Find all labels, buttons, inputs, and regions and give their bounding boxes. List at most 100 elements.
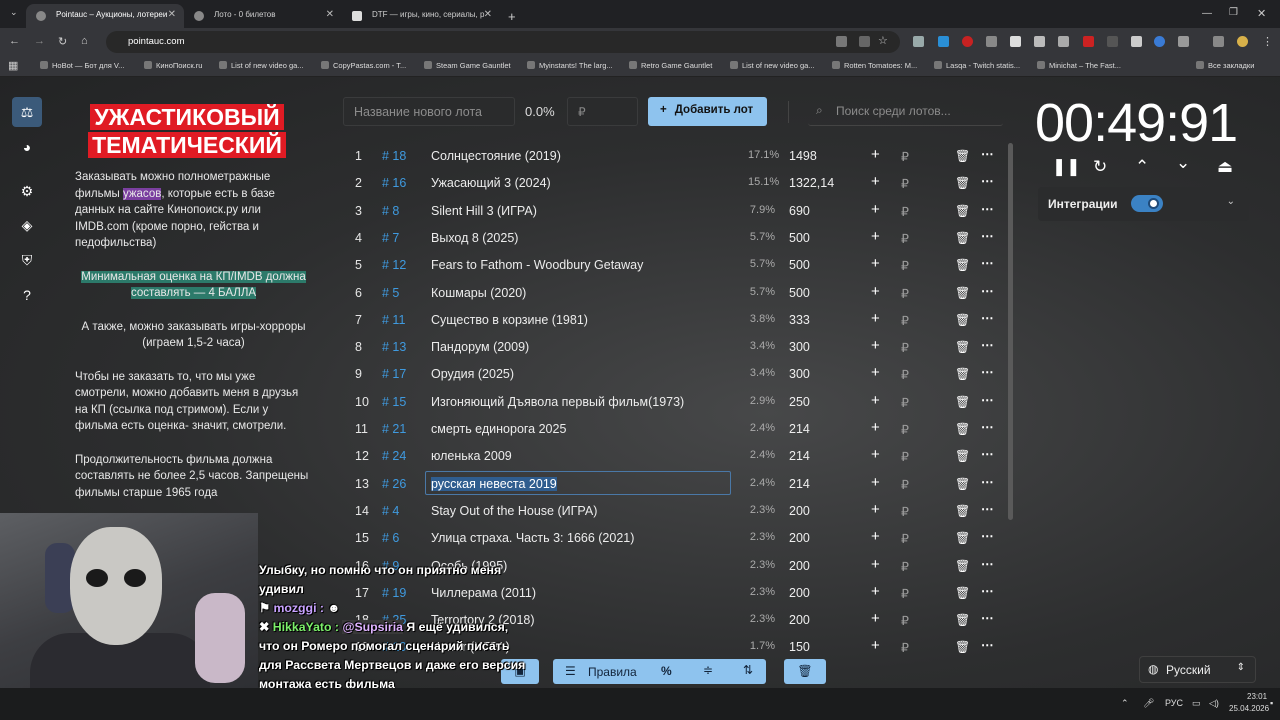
sort-icon[interactable]: ⇅: [743, 663, 753, 677]
lot-name[interactable]: смерть единорога 2025: [431, 422, 566, 436]
lot-id-link[interactable]: # 7: [382, 231, 399, 245]
lot-id-link[interactable]: # 16: [382, 176, 406, 190]
more-options-icon[interactable]: ⋯: [981, 556, 994, 571]
close-icon[interactable]: ✕: [168, 9, 176, 20]
ruble-icon[interactable]: ₽: [901, 477, 909, 492]
extension-icon[interactable]: [1034, 36, 1045, 47]
bookmark-star-icon[interactable]: ☆: [878, 34, 888, 47]
auction-gavel-icon[interactable]: ⚖: [12, 97, 42, 127]
extension-icon[interactable]: [1154, 36, 1165, 47]
trash-icon[interactable]: 🗑: [955, 231, 970, 245]
more-options-icon[interactable]: ⋯: [981, 610, 994, 625]
bookmark-item[interactable]: Lasqa - Twitch statis...: [934, 61, 1020, 70]
ruble-icon[interactable]: ₽: [901, 422, 909, 437]
chevron-up-icon[interactable]: ⌃: [1135, 157, 1149, 177]
trash-icon[interactable]: 🗑: [955, 531, 970, 545]
chevron-down-icon[interactable]: ⌄: [1176, 153, 1190, 173]
close-icon[interactable]: ✕: [326, 9, 334, 20]
more-options-icon[interactable]: ⋯: [981, 173, 994, 188]
lot-row[interactable]: 11 # 21 смерть единорога 2025 2.4% 214 + ₽ 🗑 ⋯: [343, 415, 1003, 442]
add-amount-plus-icon[interactable]: +: [871, 446, 880, 463]
chevron-down-icon[interactable]: ⌄: [1227, 196, 1235, 207]
extensions-puzzle-icon[interactable]: [1178, 36, 1189, 47]
rules-button[interactable]: Правила: [588, 665, 637, 679]
lot-name[interactable]: Пандорум (2009): [431, 340, 529, 354]
trash-icon[interactable]: 🗑: [955, 286, 970, 300]
add-amount-plus-icon[interactable]: +: [871, 173, 880, 190]
ruble-icon[interactable]: ₽: [901, 149, 909, 164]
ruble-icon[interactable]: ₽: [901, 559, 909, 574]
more-options-icon[interactable]: ⋯: [981, 255, 994, 270]
more-options-icon[interactable]: ⋯: [981, 583, 994, 598]
add-amount-plus-icon[interactable]: +: [871, 474, 880, 491]
avatar[interactable]: [1237, 36, 1248, 47]
clock-time[interactable]: 23:01: [1247, 692, 1267, 701]
language-select[interactable]: ◍ Русский ⇕: [1139, 656, 1256, 683]
more-options-icon[interactable]: ⋯: [981, 310, 994, 325]
lot-name[interactable]: юленька 2009: [431, 449, 512, 463]
back-icon[interactable]: ←: [9, 35, 20, 47]
trash-icon[interactable]: 🗑: [955, 395, 970, 409]
lot-id-link[interactable]: # 18: [382, 149, 406, 163]
extension-icon[interactable]: [938, 36, 949, 47]
lot-id-link[interactable]: # 8: [382, 204, 399, 218]
network-icon[interactable]: ▭: [1192, 698, 1201, 709]
more-options-icon[interactable]: ⋯: [981, 446, 994, 461]
ruble-icon[interactable]: ₽: [901, 313, 909, 328]
settings-gear-icon[interactable]: ⚙: [12, 176, 42, 206]
lot-name[interactable]: Stay Out of the House (ИГРА): [431, 504, 597, 518]
trash-icon[interactable]: 🗑: [955, 422, 970, 436]
lot-row[interactable]: 3 # 8 Silent Hill 3 (ИГРА) 7.9% 690 + ₽ 🗑 ⋯: [343, 197, 1003, 224]
lot-id-link[interactable]: # 5: [382, 286, 399, 300]
minimize-icon[interactable]: —: [1202, 8, 1212, 19]
lot-name[interactable]: Кошмары (2020): [431, 286, 526, 300]
bookmark-item[interactable]: КиноПоиск.ru: [144, 61, 202, 70]
shield-icon[interactable]: ⛨: [12, 245, 42, 275]
translate-icon[interactable]: [836, 36, 847, 47]
ruble-icon[interactable]: ₽: [901, 204, 909, 219]
lot-row[interactable]: 13 # 26 русская невеста 2019 2.4% 214 + ₽ 🗑 ⋯: [343, 470, 1003, 497]
clear-lots-button[interactable]: 🗑: [784, 659, 826, 684]
ruble-icon[interactable]: ₽: [901, 286, 909, 301]
more-options-icon[interactable]: ⋯: [981, 337, 994, 352]
add-amount-plus-icon[interactable]: +: [871, 146, 880, 163]
trash-icon[interactable]: 🗑: [955, 149, 970, 163]
more-options-icon[interactable]: ⋯: [981, 637, 994, 652]
all-bookmarks[interactable]: Все закладки: [1196, 61, 1254, 70]
ruble-icon[interactable]: ₽: [901, 367, 909, 382]
lot-name[interactable]: Улица страха. Часть 3: 1666 (2021): [431, 531, 634, 545]
url-field[interactable]: pointauc.com: [106, 31, 900, 53]
lot-id-link[interactable]: # 11: [382, 313, 405, 327]
ruble-icon[interactable]: ₽: [901, 231, 909, 246]
reading-list-icon[interactable]: [1213, 36, 1224, 47]
tab-dtf[interactable]: DTF — игры, кино, сериалы, р ✕: [342, 4, 500, 28]
restart-icon[interactable]: ↻: [1093, 157, 1107, 177]
split-icon[interactable]: ≑: [703, 663, 713, 677]
lot-row[interactable]: 15 # 6 Улица страха. Часть 3: 1666 (2021) 2…: [343, 524, 1003, 551]
extension-icon[interactable]: [962, 36, 973, 47]
extension-icon[interactable]: [1010, 36, 1021, 47]
tab-search-icon[interactable]: ⌄: [10, 7, 18, 18]
add-amount-plus-icon[interactable]: +: [871, 228, 880, 245]
lot-id-link[interactable]: # 4: [382, 504, 399, 518]
lot-id-link[interactable]: # 12: [382, 258, 406, 272]
search-lots-input[interactable]: ⌕ Поиск среди лотов...: [808, 97, 1003, 126]
lot-name[interactable]: Солнцестояние (2019): [431, 149, 561, 163]
extension-icon[interactable]: [1107, 36, 1118, 47]
volume-icon[interactable]: ◁): [1209, 698, 1219, 709]
ruble-icon[interactable]: ₽: [901, 176, 909, 191]
add-amount-plus-icon[interactable]: +: [871, 337, 880, 354]
close-icon[interactable]: ✕: [484, 9, 492, 20]
add-amount-plus-icon[interactable]: +: [871, 310, 880, 327]
lot-row[interactable]: 10 # 15 Изгоняющий Дъявола первый фильм(19…: [343, 388, 1003, 415]
lot-name[interactable]: Fears to Fathom - Woodbury Getaway: [431, 258, 643, 272]
lot-row[interactable]: 4 # 7 Выход 8 (2025) 5.7% 500 + ₽ 🗑 ⋯: [343, 224, 1003, 251]
bookmark-item[interactable]: Myinstants! The larg...: [527, 61, 613, 70]
trash-icon[interactable]: 🗑: [955, 313, 970, 327]
lot-id-link[interactable]: # 21: [382, 422, 406, 436]
trash-icon[interactable]: 🗑: [955, 258, 970, 272]
more-options-icon[interactable]: ⋯: [981, 146, 994, 161]
lot-row[interactable]: 6 # 5 Кошмары (2020) 5.7% 500 + ₽ 🗑 ⋯: [343, 279, 1003, 306]
forward-icon[interactable]: →: [34, 35, 45, 47]
trash-icon[interactable]: 🗑: [955, 176, 970, 190]
